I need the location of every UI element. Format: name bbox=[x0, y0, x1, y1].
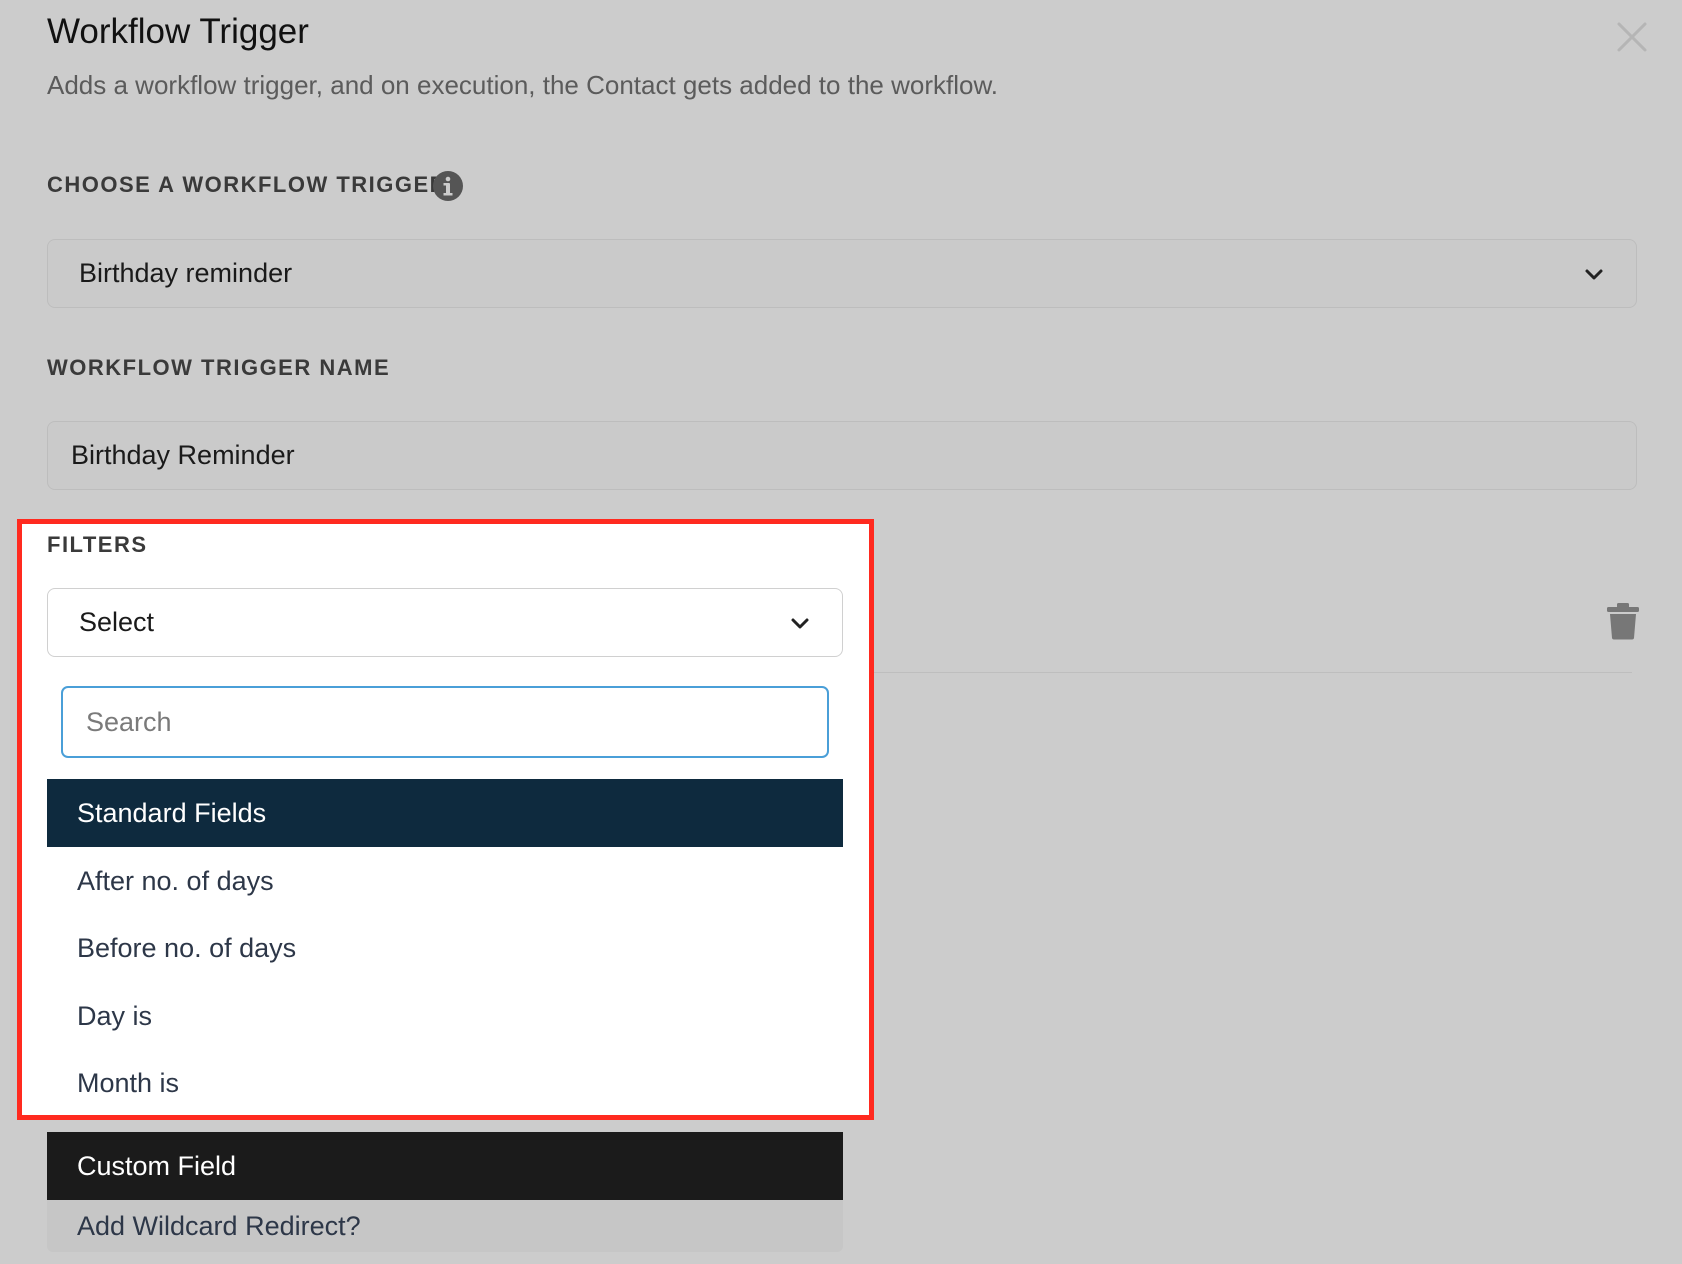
option-day-is[interactable]: Day is bbox=[47, 983, 843, 1049]
option-after-no-of-days[interactable]: After no. of days bbox=[47, 848, 843, 914]
filters-label: FILTERS bbox=[47, 532, 148, 557]
modal-title: Workflow Trigger bbox=[47, 12, 309, 51]
chevron-down-icon bbox=[791, 618, 809, 629]
search-input[interactable] bbox=[61, 686, 829, 758]
divider bbox=[842, 672, 1632, 673]
group-header-standard-fields: Standard Fields bbox=[47, 779, 843, 847]
trigger-select[interactable]: Birthday reminder bbox=[47, 239, 1637, 308]
option-month-is[interactable]: Month is bbox=[47, 1050, 843, 1116]
filters-select-value: Select bbox=[79, 607, 155, 637]
modal-subtitle: Adds a workflow trigger, and on executio… bbox=[47, 70, 999, 100]
info-icon[interactable] bbox=[432, 170, 464, 202]
trigger-select-value: Birthday reminder bbox=[79, 258, 293, 288]
trigger-name-input[interactable]: Birthday Reminder bbox=[47, 421, 1637, 490]
close-icon[interactable] bbox=[1613, 18, 1651, 56]
filters-select[interactable]: Select bbox=[47, 588, 843, 657]
chevron-down-icon bbox=[1585, 269, 1603, 280]
trigger-label: CHOOSE A WORKFLOW TRIGGER bbox=[47, 172, 448, 197]
option-add-wildcard-redirect[interactable]: Add Wildcard Redirect? bbox=[47, 1200, 843, 1252]
option-before-no-of-days[interactable]: Before no. of days bbox=[47, 915, 843, 981]
trash-icon[interactable] bbox=[1606, 602, 1640, 640]
trigger-name-value: Birthday Reminder bbox=[71, 440, 295, 470]
group-header-custom-field: Custom Field bbox=[47, 1132, 843, 1200]
trigger-name-label: WORKFLOW TRIGGER NAME bbox=[47, 355, 391, 380]
